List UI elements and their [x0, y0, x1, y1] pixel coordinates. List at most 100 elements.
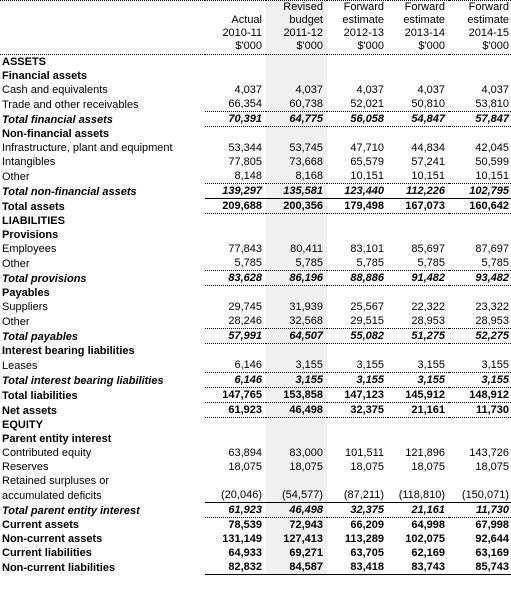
table-row: Infrastructure, plant and equipment 53,34…	[0, 141, 511, 155]
row-label-provisions: Provisions	[2, 229, 59, 241]
cell-retained-surpluses-line1-forward-2014-15	[449, 474, 511, 488]
cell-total-financial-assets-forward-2013-14: 54,847	[388, 111, 449, 127]
table-row: Total interest bearing liabilities 6,146 3…	[0, 372, 511, 388]
row-label-financial-assets: Financial assets	[2, 70, 87, 82]
cell-total-liabilities-actual: 147,765	[205, 387, 266, 403]
header-label-cell	[0, 0, 205, 14]
table-row: Other 8,148 8,168 10,151 10,151 10,151	[0, 169, 511, 184]
cell-liabilities-actual	[205, 214, 266, 229]
row-label-total-parent-entity-interest: Total parent entity interest	[2, 504, 140, 517]
cell-non-current-assets-forward-2014-15: 92,644	[475, 533, 509, 545]
cell-total-parent-entity-interest-revised-budget: 46,498	[266, 502, 327, 518]
cell-cash-and-equivalents-forward-2013-14: 4,037	[417, 84, 445, 96]
table-row: Total financial assets 70,391 64,775 56,058…	[0, 111, 511, 127]
table-row: Other 28,246 32,568 29,515 28,953 28,953	[0, 314, 511, 329]
cell-total-non-financial-assets-forward-2014-15: 102,795	[449, 183, 511, 199]
cell-contributed-equity-actual: 63,894	[228, 447, 262, 459]
cell-non-financial-assets-forward-2014-15	[449, 127, 511, 142]
cell-non-financial-assets-forward-2013-14	[388, 127, 449, 142]
cell-infrastructure-plant-and-equipment-actual: 53,344	[228, 142, 262, 154]
cell-assets-actual	[205, 55, 266, 70]
row-label-non-current-liabilities: Non-current liabilities	[2, 561, 116, 574]
cell-contributed-equity-forward-2012-13: 101,511	[345, 447, 384, 459]
cell-parent-entity-interest-forward-2014-15	[449, 432, 511, 446]
cell-employees-forward-2014-15: 87,697	[475, 243, 509, 255]
row-label-net-assets: Net assets	[2, 404, 58, 417]
cell-provisions-forward-2013-14	[388, 228, 449, 242]
row-label-total-assets: Total assets	[2, 200, 65, 213]
cell-liabilities-revised-budget	[266, 213, 327, 228]
row-label-non-financial-assets: Non-financial assets	[2, 128, 109, 140]
row-label-non-current-assets: Non-current assets	[2, 533, 103, 545]
cell-leases-forward-2012-13: 3,155	[327, 358, 388, 373]
table-row: Payables	[0, 285, 511, 301]
cell-reserves-forward-2014-15: 18,075	[475, 461, 509, 473]
cell-total-liabilities-forward-2014-15: 148,912	[449, 387, 511, 403]
header-cell-forward-2013-14: estimate	[403, 14, 445, 26]
cell-cash-and-equivalents-forward-2012-13: 4,037	[356, 84, 384, 96]
cell-assets-forward-2013-14	[388, 55, 449, 70]
table-body: ASSETS Financial assets Cash and equivalen…	[0, 54, 511, 575]
cell-financial-assets-revised-budget	[266, 69, 327, 83]
cell-current-liabilities-forward-2013-14: 62,169	[411, 547, 445, 559]
table-row: Total non-financial assets 139,297 135,581…	[0, 183, 511, 199]
table-header: Revised Forward Forward Forward Actual budget…	[0, 0, 511, 55]
cell-retained-surpluses-line1-forward-2012-13	[327, 474, 388, 488]
cell-other-non-financial-actual: 8,148	[205, 169, 266, 184]
cell-payables-forward-2014-15	[449, 286, 511, 301]
table-row: Total liabilities 147,765 153,858 147,123 14…	[0, 387, 511, 403]
cell-equity-revised-budget	[266, 417, 327, 432]
cell-other-payables-forward-2014-15: 28,953	[449, 314, 511, 329]
cell-assets-forward-2014-15	[449, 55, 511, 70]
table-row: accumulated deficits (20,046) (54,577) (87,…	[0, 488, 511, 503]
cell-total-liabilities-revised-budget: 153,858	[266, 387, 327, 403]
cell-other-non-financial-revised-budget: 8,168	[266, 169, 327, 184]
header-cell-forward-2014-15: $'000	[449, 40, 511, 55]
row-label-other-provisions: Other	[2, 257, 30, 270]
cell-employees-forward-2013-14: 85,697	[411, 243, 445, 255]
header-cell-forward-2012-13: $'000	[327, 40, 388, 55]
cell-cash-and-equivalents-revised-budget: 4,037	[266, 83, 327, 97]
cell-financial-assets-actual	[205, 69, 266, 83]
cell-net-assets-revised-budget: 46,498	[266, 402, 327, 418]
cell-total-payables-revised-budget: 64,507	[266, 328, 327, 344]
header-cell-revised-budget: $'000	[266, 40, 327, 55]
cell-net-assets-forward-2013-14: 21,161	[388, 402, 449, 418]
cell-non-current-liabilities-forward-2012-13: 83,418	[327, 560, 388, 575]
cell-total-liabilities-forward-2012-13: 147,123	[327, 387, 388, 403]
cell-current-liabilities-actual: 64,933	[228, 547, 262, 559]
cell-total-parent-entity-interest-forward-2012-13: 32,375	[327, 502, 388, 518]
row-label-liabilities: LIABILITIES	[2, 215, 65, 227]
row-label-current-assets: Current assets	[2, 519, 80, 531]
cell-interest-bearing-liabilities-forward-2012-13	[327, 344, 388, 359]
cell-other-non-financial-forward-2014-15: 10,151	[449, 169, 511, 184]
table-row: Interest bearing liabilities	[0, 343, 511, 359]
cell-interest-bearing-liabilities-revised-budget	[266, 343, 327, 358]
cell-total-provisions-revised-budget: 86,196	[266, 270, 327, 286]
cell-suppliers-revised-budget: 31,939	[266, 300, 327, 314]
cell-total-parent-entity-interest-forward-2013-14: 21,161	[388, 502, 449, 518]
cell-accumulated-deficits-forward-2012-13: (87,211)	[327, 488, 388, 503]
cell-retained-surpluses-line1-forward-2013-14	[388, 474, 449, 488]
row-label-reserves: Reserves	[2, 461, 49, 473]
cell-total-provisions-actual: 83,628	[205, 270, 266, 286]
cell-contributed-equity-forward-2014-15: 143,726	[469, 447, 509, 459]
header-cell-actual	[205, 0, 266, 14]
cell-payables-forward-2012-13	[327, 286, 388, 301]
cell-liabilities-forward-2012-13	[327, 214, 388, 229]
header-cell-forward-2013-14: $'000	[388, 40, 449, 55]
table-row: Current assets 78,539 72,943 66,209 64,998 67…	[0, 517, 511, 532]
cell-other-non-financial-forward-2012-13: 10,151	[327, 169, 388, 184]
cell-non-current-liabilities-forward-2013-14: 83,743	[388, 560, 449, 575]
header-cell-forward-2012-13: 2012-13	[343, 27, 384, 39]
table-row: EQUITY	[0, 417, 511, 432]
cell-total-parent-entity-interest-forward-2014-15: 11,730	[449, 502, 511, 518]
table-row: Total parent entity interest 61,923 46,498…	[0, 502, 511, 518]
row-label-leases: Leases	[2, 359, 38, 372]
header-row: $'000 $'000 $'000 $'000 $'000	[0, 40, 511, 55]
cell-provisions-forward-2014-15	[449, 228, 511, 242]
cell-suppliers-actual: 29,745	[228, 301, 262, 313]
row-label-total-non-financial-assets: Total non-financial assets	[2, 185, 137, 198]
cell-current-assets-forward-2013-14: 64,998	[411, 519, 445, 531]
cell-infrastructure-plant-and-equipment-revised-budget: 53,745	[266, 141, 327, 155]
